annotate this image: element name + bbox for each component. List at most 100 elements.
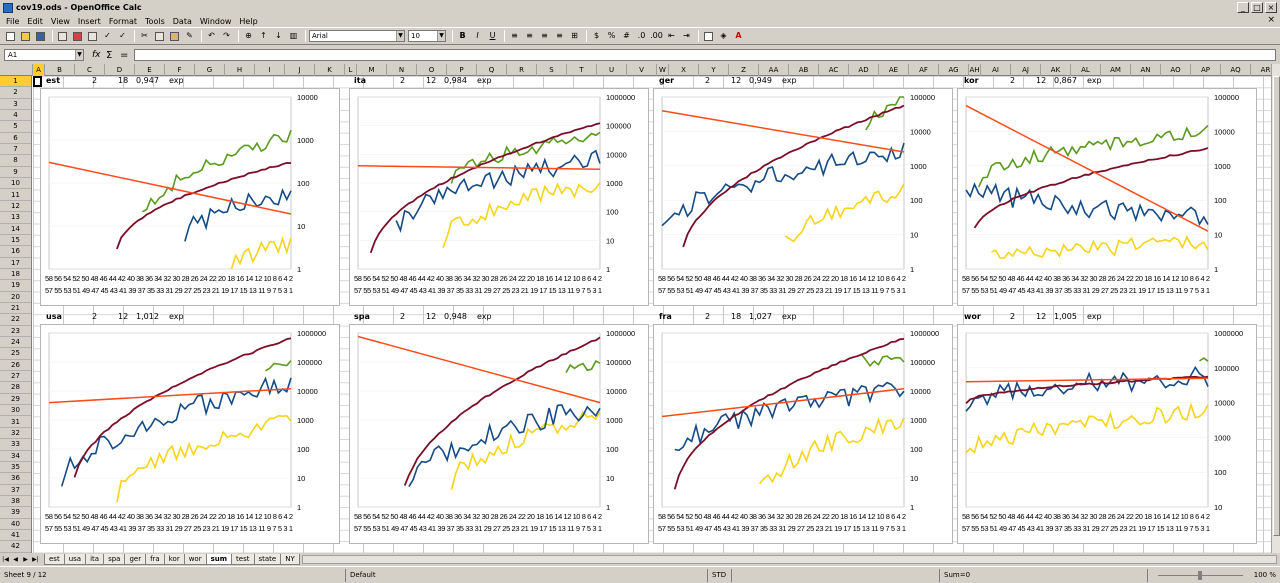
row-header[interactable]: 1 bbox=[0, 76, 31, 88]
merge-cells-icon[interactable]: ⊞ bbox=[568, 30, 581, 42]
column-header[interactable]: I bbox=[255, 64, 285, 76]
font-name-select[interactable]: Arial ▼ bbox=[309, 30, 405, 42]
row-header[interactable]: 19 bbox=[0, 280, 31, 292]
autospell-icon[interactable]: ✓ bbox=[116, 30, 129, 42]
column-header[interactable]: G bbox=[195, 64, 225, 76]
row-header[interactable]: 5 bbox=[0, 121, 31, 133]
column-header[interactable]: P bbox=[447, 64, 477, 76]
sheet-tab-usa[interactable]: usa bbox=[63, 554, 87, 565]
row-header[interactable]: 11 bbox=[0, 190, 31, 201]
name-box[interactable]: A1 ▼ bbox=[4, 49, 84, 61]
row-header[interactable]: 35 bbox=[0, 462, 31, 474]
column-header[interactable]: O bbox=[417, 64, 447, 76]
menu-help[interactable]: Help bbox=[235, 17, 261, 26]
column-header[interactable]: K bbox=[315, 64, 345, 76]
column-header[interactable]: AB bbox=[789, 64, 819, 76]
column-header[interactable]: AM bbox=[1101, 64, 1131, 76]
hyperlink-icon[interactable]: ⊕ bbox=[242, 30, 255, 42]
row-header[interactable]: 37 bbox=[0, 485, 31, 496]
row-header[interactable]: 6 bbox=[0, 133, 31, 145]
column-header[interactable]: F bbox=[165, 64, 195, 76]
cases-log-chart[interactable]: 100000 10000 1000 100 10 1 58 56 54 52 50 48 4… bbox=[653, 88, 953, 306]
column-header[interactable]: AF bbox=[909, 64, 939, 76]
row-header[interactable]: 7 bbox=[0, 144, 31, 156]
sheet-tab-test[interactable]: test bbox=[231, 554, 255, 565]
column-header[interactable]: AR bbox=[1251, 64, 1271, 76]
new-icon[interactable] bbox=[4, 30, 17, 42]
zoom-slider-thumb[interactable] bbox=[1198, 570, 1202, 580]
column-header[interactable]: AC bbox=[819, 64, 849, 76]
row-header[interactable]: 22 bbox=[0, 314, 31, 326]
column-header[interactable]: A bbox=[33, 64, 45, 76]
format-paintbrush-icon[interactable]: ✎ bbox=[183, 30, 196, 42]
row-header[interactable]: 18 bbox=[0, 269, 31, 281]
sheet-tab-sum[interactable]: sum bbox=[205, 554, 233, 565]
column-header[interactable]: Q bbox=[477, 64, 507, 76]
menu-data[interactable]: Data bbox=[169, 17, 196, 26]
column-header[interactable]: R bbox=[507, 64, 537, 76]
row-header[interactable]: 25 bbox=[0, 348, 31, 360]
select-all-corner[interactable] bbox=[0, 64, 33, 76]
column-header[interactable]: U bbox=[597, 64, 627, 76]
justify-icon[interactable]: ≡ bbox=[553, 30, 566, 42]
row-header[interactable]: 3 bbox=[0, 99, 31, 111]
last-sheet-icon[interactable]: ▶| bbox=[31, 555, 40, 564]
column-header[interactable]: D bbox=[105, 64, 135, 76]
maximize-button[interactable]: □ bbox=[1251, 2, 1263, 13]
paste-icon[interactable] bbox=[168, 30, 181, 42]
first-sheet-icon[interactable]: |◀ bbox=[1, 555, 10, 564]
print-icon[interactable] bbox=[86, 30, 99, 42]
sheet-tab-wor[interactable]: wor bbox=[183, 554, 207, 565]
vertical-scrollbar[interactable] bbox=[1271, 64, 1280, 553]
row-header[interactable]: 10 bbox=[0, 178, 31, 190]
italic-icon[interactable]: I bbox=[471, 30, 484, 42]
sort-ascending-icon[interactable]: ↑ bbox=[257, 30, 270, 42]
row-header[interactable]: 34 bbox=[0, 451, 31, 462]
menu-edit[interactable]: Edit bbox=[23, 17, 47, 26]
column-header[interactable]: AL bbox=[1071, 64, 1101, 76]
row-header[interactable]: 38 bbox=[0, 496, 31, 508]
function-icon[interactable]: = bbox=[120, 50, 134, 61]
cases-log-chart[interactable]: 1000000 100000 10000 1000 100 10 1 58 56 54 52 … bbox=[349, 324, 649, 544]
increase-indent-icon[interactable]: ⇥ bbox=[680, 30, 693, 42]
menu-file[interactable]: File bbox=[2, 17, 23, 26]
underline-icon[interactable]: U bbox=[486, 30, 499, 42]
scroll-thumb[interactable] bbox=[1273, 76, 1280, 536]
column-header[interactable]: C bbox=[75, 64, 105, 76]
sheet-tab-est[interactable]: est bbox=[44, 554, 65, 565]
row-header[interactable]: 39 bbox=[0, 507, 31, 519]
sheet-tab-NY[interactable]: NY bbox=[280, 554, 300, 565]
row-header[interactable]: 36 bbox=[0, 473, 31, 485]
column-header[interactable]: M bbox=[357, 64, 387, 76]
copy-icon[interactable] bbox=[153, 30, 166, 42]
row-header[interactable]: 20 bbox=[0, 292, 31, 303]
align-right-icon[interactable]: ≡ bbox=[538, 30, 551, 42]
borders-icon[interactable] bbox=[702, 30, 715, 42]
row-header[interactable]: 23 bbox=[0, 326, 31, 338]
sort-descending-icon[interactable]: ↓ bbox=[272, 30, 285, 42]
sheet-tab-kor[interactable]: kor bbox=[163, 554, 185, 565]
row-header[interactable]: 32 bbox=[0, 428, 31, 440]
cases-log-chart[interactable]: 10000 1000 100 10 1 58 56 54 52 50 48 46 44 4… bbox=[40, 88, 340, 306]
column-header[interactable]: AK bbox=[1041, 64, 1071, 76]
row-header[interactable]: 12 bbox=[0, 201, 31, 213]
spellcheck-icon[interactable]: ✓ bbox=[101, 30, 114, 42]
cut-icon[interactable]: ✂ bbox=[138, 30, 151, 42]
edit-file-icon[interactable] bbox=[56, 30, 69, 42]
column-header[interactable]: L bbox=[345, 64, 357, 76]
column-header[interactable]: E bbox=[135, 64, 165, 76]
row-header[interactable]: 28 bbox=[0, 382, 31, 394]
row-header[interactable]: 16 bbox=[0, 246, 31, 258]
menu-format[interactable]: Format bbox=[105, 17, 141, 26]
currency-icon[interactable]: $ bbox=[590, 30, 603, 42]
sheet-tab-state[interactable]: state bbox=[253, 554, 282, 565]
column-header[interactable]: AO bbox=[1161, 64, 1191, 76]
row-header[interactable]: 21 bbox=[0, 303, 31, 315]
formula-input[interactable] bbox=[134, 49, 1276, 61]
row-header[interactable]: 9 bbox=[0, 167, 31, 179]
sheet-tab-ita[interactable]: ita bbox=[85, 554, 105, 565]
chart-icon[interactable]: ▥ bbox=[287, 30, 300, 42]
row-header[interactable]: 30 bbox=[0, 405, 31, 417]
redo-icon[interactable]: ↷ bbox=[220, 30, 233, 42]
column-header[interactable]: B bbox=[45, 64, 75, 76]
